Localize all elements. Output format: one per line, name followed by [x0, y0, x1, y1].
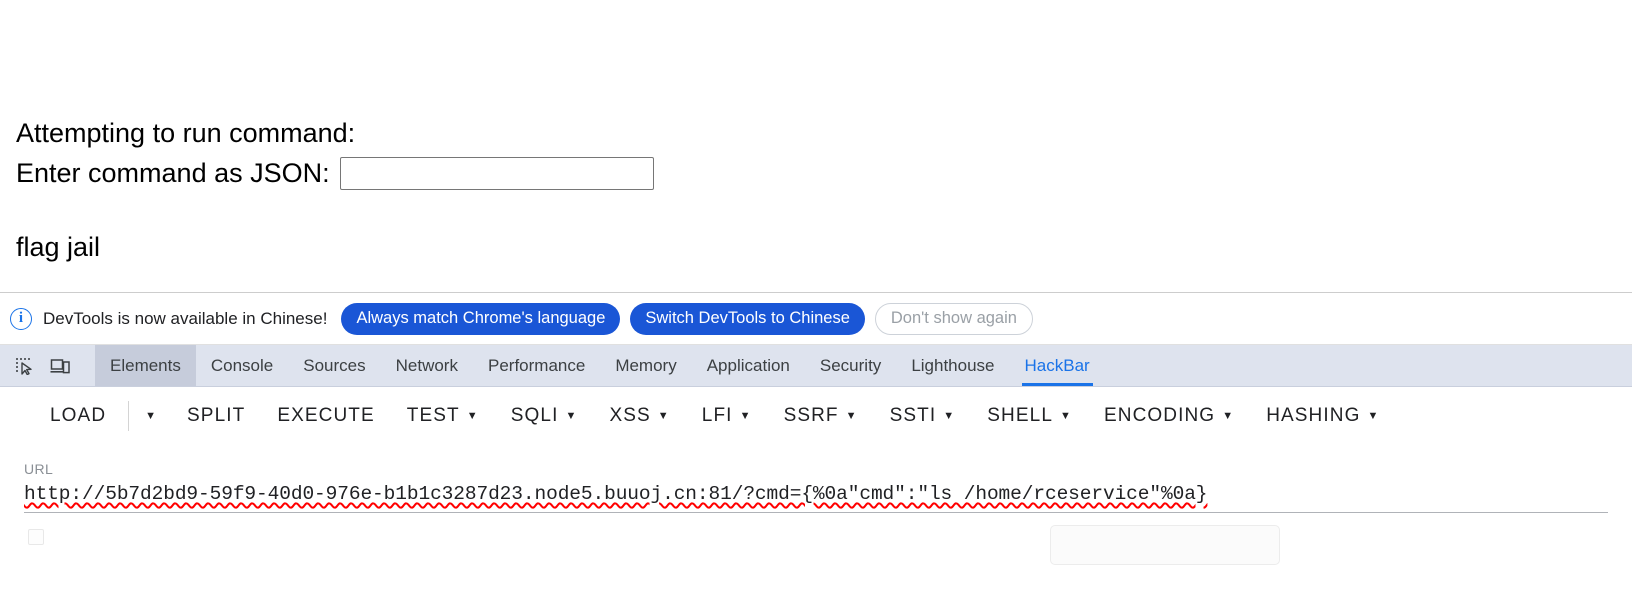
chevron-down-icon: ▼: [739, 409, 752, 422]
chevron-down-icon: ▼: [565, 409, 578, 422]
hackbar-execute-button[interactable]: EXECUTE: [261, 405, 390, 427]
inspect-element-icon[interactable]: [8, 350, 40, 382]
hackbar-hashing-menu[interactable]: HASHING ▼: [1250, 405, 1395, 427]
json-command-input[interactable]: [339, 157, 654, 190]
tab-memory[interactable]: Memory: [600, 345, 691, 386]
switch-devtools-to-chinese-button[interactable]: Switch DevTools to Chinese: [630, 302, 865, 335]
devtools-tool-icons: [0, 345, 95, 386]
hackbar-xss-menu[interactable]: XSS ▼: [593, 405, 685, 427]
hackbar-load-button[interactable]: LOAD: [34, 405, 122, 427]
hackbar-encoding-menu[interactable]: ENCODING ▼: [1088, 405, 1250, 427]
devtools-tabstrip: Elements Console Sources Network Perform…: [0, 345, 1632, 387]
devtools-tab-list: Elements Console Sources Network Perform…: [95, 345, 1105, 386]
infobar-message: DevTools is now available in Chinese!: [43, 308, 328, 328]
chevron-down-icon: ▼: [845, 409, 858, 422]
hackbar-test-label: TEST: [406, 405, 460, 426]
tab-console[interactable]: Console: [196, 345, 288, 386]
tab-lighthouse[interactable]: Lighthouse: [896, 345, 1009, 386]
tab-application[interactable]: Application: [692, 345, 805, 386]
page-title-line-1: Attempting to run command:: [16, 118, 356, 148]
inspect-element-glyph: [16, 357, 32, 375]
hackbar-ssti-label: SSTI: [889, 405, 937, 426]
hackbar-sqli-label: SQLI: [510, 405, 559, 426]
hackbar-split-button[interactable]: SPLIT: [171, 405, 261, 427]
hackbar-ssti-menu[interactable]: SSTI ▼: [874, 405, 972, 427]
hackbar-shell-menu[interactable]: SHELL ▼: [971, 405, 1088, 427]
tab-performance[interactable]: Performance: [473, 345, 600, 386]
chevron-down-icon: ▼: [1222, 409, 1235, 422]
rendered-web-page: Attempting to run command: flag jail Ent…: [0, 0, 1632, 292]
chevron-down-icon: ▼: [943, 409, 956, 422]
hackbar-action-toolbar: LOAD ▼ SPLIT EXECUTE TEST ▼ SQLI ▼ XSS ▼…: [0, 387, 1632, 445]
tab-elements[interactable]: Elements: [95, 345, 196, 386]
tab-hackbar[interactable]: HackBar: [1010, 345, 1105, 386]
dont-show-again-button[interactable]: Don't show again: [874, 302, 1033, 335]
chevron-down-icon: ▼: [145, 409, 157, 422]
hackbar-bottom-row: [0, 513, 1632, 565]
tab-security[interactable]: Security: [805, 345, 896, 386]
hackbar-shell-label: SHELL: [987, 405, 1053, 426]
hackbar-load-dropdown-caret[interactable]: ▼: [128, 401, 165, 431]
devtools-language-infobar: i DevTools is now available in Chinese! …: [0, 293, 1632, 345]
tab-sources[interactable]: Sources: [288, 345, 380, 386]
post-data-checkbox[interactable]: [28, 529, 44, 545]
command-form: Enter command as JSON:: [16, 157, 654, 190]
hackbar-url-section: URL http://5b7d2bd9-59f9-40d0-976e-b1b1c…: [0, 445, 1632, 512]
always-match-chrome-language-button[interactable]: Always match Chrome's language: [341, 302, 621, 335]
chevron-down-icon: ▼: [466, 409, 479, 422]
hackbar-lfi-menu[interactable]: LFI ▼: [686, 405, 768, 427]
hackbar-ssrf-label: SSRF: [783, 405, 839, 426]
hackbar-test-menu[interactable]: TEST ▼: [391, 405, 495, 427]
chevron-down-icon: ▼: [657, 409, 670, 422]
infobar-button-group: Always match Chrome's language Switch De…: [341, 302, 1033, 335]
url-input[interactable]: http://5b7d2bd9-59f9-40d0-976e-b1b1c3287…: [24, 483, 1208, 512]
page-title-line-2: flag jail: [16, 232, 101, 262]
info-icon: i: [10, 307, 32, 330]
bottom-partial-button[interactable]: [1050, 525, 1280, 565]
command-input-label: Enter command as JSON:: [16, 158, 330, 188]
hackbar-encoding-label: ENCODING: [1103, 405, 1216, 426]
hackbar-lfi-label: LFI: [701, 405, 733, 426]
chevron-down-icon: ▼: [1059, 409, 1072, 422]
devtools-panel: i DevTools is now available in Chinese! …: [0, 292, 1632, 614]
device-toolbar-glyph: [50, 358, 70, 373]
hackbar-xss-label: XSS: [609, 405, 651, 426]
hackbar-sqli-menu[interactable]: SQLI ▼: [495, 405, 594, 427]
url-field-label: URL: [24, 461, 54, 477]
hackbar-ssrf-menu[interactable]: SSRF ▼: [768, 405, 874, 427]
chevron-down-icon: ▼: [1367, 409, 1380, 422]
device-toolbar-icon[interactable]: [44, 350, 76, 382]
tab-network[interactable]: Network: [381, 345, 473, 386]
hackbar-hashing-label: HASHING: [1266, 405, 1361, 426]
